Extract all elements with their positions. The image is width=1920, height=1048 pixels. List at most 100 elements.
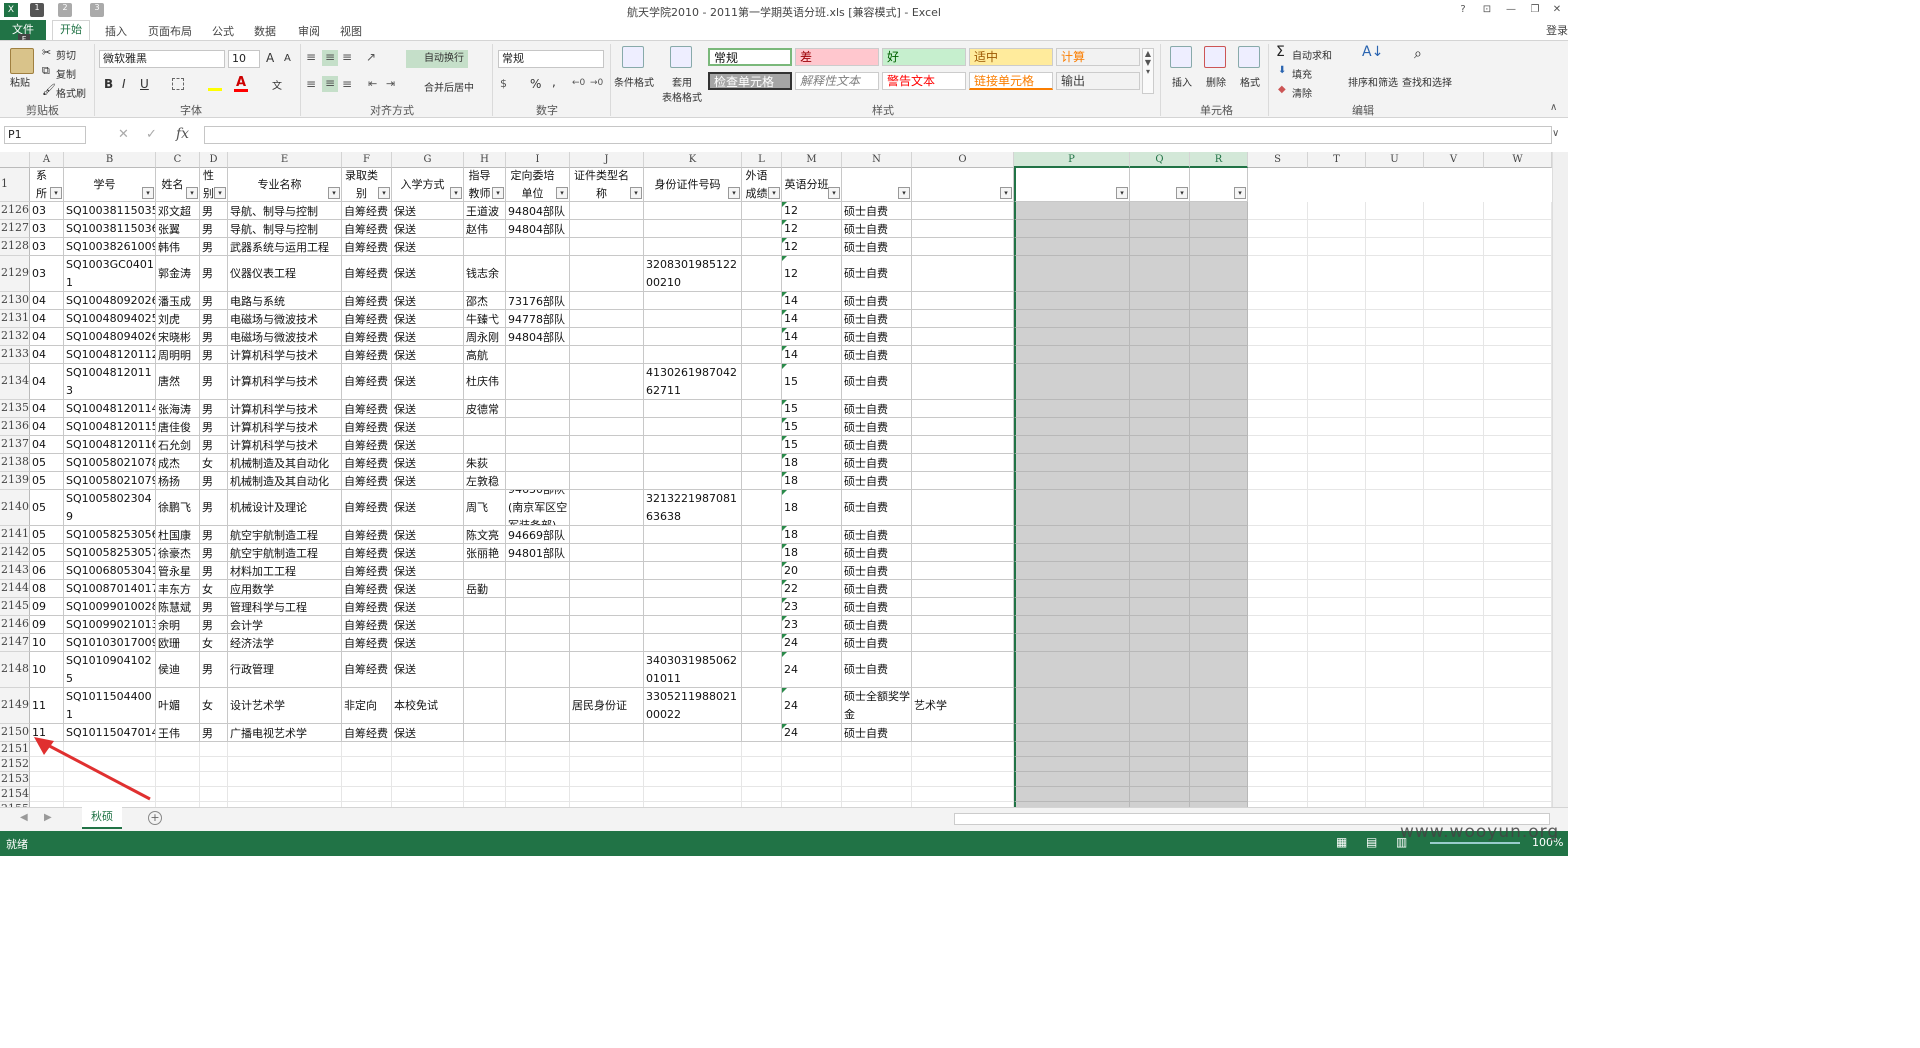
data-cell-C[interactable]: 刘虎 <box>156 310 200 328</box>
data-cell-L[interactable] <box>742 454 782 472</box>
empty-cell[interactable] <box>1366 652 1424 688</box>
empty-cell[interactable] <box>842 787 912 802</box>
delete-cells-button[interactable]: 删除 <box>1206 74 1226 89</box>
increase-decimal-icon[interactable]: ←0 <box>572 78 585 88</box>
selected-empty-cell[interactable] <box>1190 256 1248 292</box>
empty-cell[interactable] <box>1248 292 1308 310</box>
data-cell-I[interactable]: 94804部队 <box>506 202 570 220</box>
empty-cell[interactable] <box>1308 652 1366 688</box>
phonetic-icon[interactable]: 文 <box>272 77 282 92</box>
ribbon-display-icon[interactable]: ⊡ <box>1478 2 1496 18</box>
selected-empty-cell[interactable] <box>1130 346 1190 364</box>
sheet-tab-qiushuo[interactable]: 秋硕 <box>82 807 122 829</box>
empty-cell[interactable] <box>1308 757 1366 772</box>
data-cell-F[interactable]: 自筹经费 <box>342 202 392 220</box>
data-cell-F[interactable]: 自筹经费 <box>342 580 392 598</box>
empty-cell[interactable] <box>644 787 742 802</box>
data-cell-D[interactable]: 女 <box>200 688 228 724</box>
data-cell-N[interactable]: 硕士自费 <box>842 364 912 400</box>
data-cell-J[interactable] <box>570 634 644 652</box>
data-cell-G[interactable]: 保送 <box>392 418 464 436</box>
data-cell-M[interactable]: 24 <box>782 652 842 688</box>
data-cell-F[interactable]: 自筹经费 <box>342 238 392 256</box>
data-cell-O[interactable] <box>912 652 1014 688</box>
selected-empty-cell[interactable] <box>1130 742 1190 757</box>
selected-empty-cell[interactable] <box>1130 328 1190 346</box>
empty-cell[interactable] <box>1424 688 1484 724</box>
empty-cell[interactable] <box>1424 238 1484 256</box>
selected-empty-cell[interactable] <box>1190 436 1248 454</box>
data-cell-G[interactable]: 保送 <box>392 364 464 400</box>
data-cell-L[interactable] <box>742 436 782 454</box>
selected-empty-cell[interactable] <box>1190 238 1248 256</box>
empty-cell[interactable] <box>1308 202 1366 220</box>
empty-cell[interactable] <box>228 772 342 787</box>
data-cell-F[interactable]: 自筹经费 <box>342 616 392 634</box>
empty-cell[interactable] <box>1424 220 1484 238</box>
empty-cell[interactable] <box>1424 724 1484 742</box>
empty-cell[interactable] <box>156 742 200 757</box>
data-cell-F[interactable]: 自筹经费 <box>342 634 392 652</box>
data-cell-B[interactable]: SQ10058021079 <box>64 472 156 490</box>
data-cell-I[interactable] <box>506 454 570 472</box>
empty-cell[interactable] <box>1308 220 1366 238</box>
selected-empty-cell[interactable] <box>1190 598 1248 616</box>
column-header-Q[interactable]: Q <box>1130 152 1190 168</box>
data-cell-L[interactable] <box>742 220 782 238</box>
data-cell-I[interactable]: 94630部队(南京军区空军装备部) <box>506 490 570 526</box>
align-bottom-icon[interactable]: ≡ <box>342 50 352 64</box>
data-cell-E[interactable]: 仪器仪表工程 <box>228 256 342 292</box>
empty-cell[interactable] <box>464 787 506 802</box>
filter-dropdown-icon[interactable]: ▾ <box>1234 187 1246 199</box>
selected-empty-cell[interactable] <box>1014 238 1130 256</box>
align-center-icon[interactable]: ≡ <box>322 76 338 92</box>
data-cell-N[interactable]: 硕士自费 <box>842 454 912 472</box>
empty-cell[interactable] <box>1308 490 1366 526</box>
data-cell-L[interactable] <box>742 418 782 436</box>
selected-empty-cell[interactable] <box>1190 526 1248 544</box>
data-cell-B[interactable]: SQ10048120112 <box>64 346 156 364</box>
data-cell-H[interactable] <box>464 688 506 724</box>
empty-cell[interactable] <box>1308 598 1366 616</box>
data-cell-E[interactable]: 管理科学与工程 <box>228 598 342 616</box>
empty-cell[interactable] <box>1366 202 1424 220</box>
selected-empty-cell[interactable] <box>1014 787 1130 802</box>
data-cell-C[interactable]: 邓文超 <box>156 202 200 220</box>
data-cell-A[interactable]: 09 <box>30 598 64 616</box>
empty-cell[interactable] <box>1366 400 1424 418</box>
data-cell-H[interactable]: 周永刚 <box>464 328 506 346</box>
data-cell-C[interactable]: 石允剑 <box>156 436 200 454</box>
data-cell-H[interactable]: 朱荻 <box>464 454 506 472</box>
empty-cell[interactable] <box>912 757 1014 772</box>
data-cell-B[interactable]: SQ10048092026 <box>64 292 156 310</box>
data-cell-D[interactable]: 男 <box>200 544 228 562</box>
data-cell-H[interactable] <box>464 418 506 436</box>
data-cell-I[interactable] <box>506 364 570 400</box>
data-cell-O[interactable] <box>912 310 1014 328</box>
empty-cell[interactable] <box>1424 490 1484 526</box>
row-header[interactable]: 2135 <box>0 400 30 418</box>
empty-cell[interactable] <box>1308 454 1366 472</box>
filter-dropdown-icon[interactable]: ▾ <box>1000 187 1012 199</box>
data-cell-J[interactable] <box>570 256 644 292</box>
data-cell-I[interactable] <box>506 688 570 724</box>
data-cell-K[interactable]: 413026198704262711 <box>644 364 742 400</box>
column-header-N[interactable]: N <box>842 152 912 168</box>
font-grow-button[interactable]: A <box>266 51 274 65</box>
data-cell-C[interactable]: 韩伟 <box>156 238 200 256</box>
data-cell-L[interactable] <box>742 544 782 562</box>
data-cell-A[interactable]: 05 <box>30 526 64 544</box>
cut-button[interactable]: 剪切 <box>56 47 76 62</box>
data-cell-O[interactable] <box>912 526 1014 544</box>
selected-empty-cell[interactable] <box>1014 292 1130 310</box>
data-cell-O[interactable] <box>912 598 1014 616</box>
selected-empty-cell[interactable] <box>1130 292 1190 310</box>
tab-page-layout[interactable]: 页面布局 <box>148 23 192 39</box>
next-sheet-icon[interactable]: ▶ <box>44 812 52 823</box>
data-cell-A[interactable]: 04 <box>30 400 64 418</box>
empty-cell[interactable] <box>200 772 228 787</box>
empty-cell[interactable] <box>200 787 228 802</box>
selected-empty-cell[interactable] <box>1190 544 1248 562</box>
row-header[interactable]: 2136 <box>0 418 30 436</box>
data-cell-N[interactable]: 硕士自费 <box>842 652 912 688</box>
